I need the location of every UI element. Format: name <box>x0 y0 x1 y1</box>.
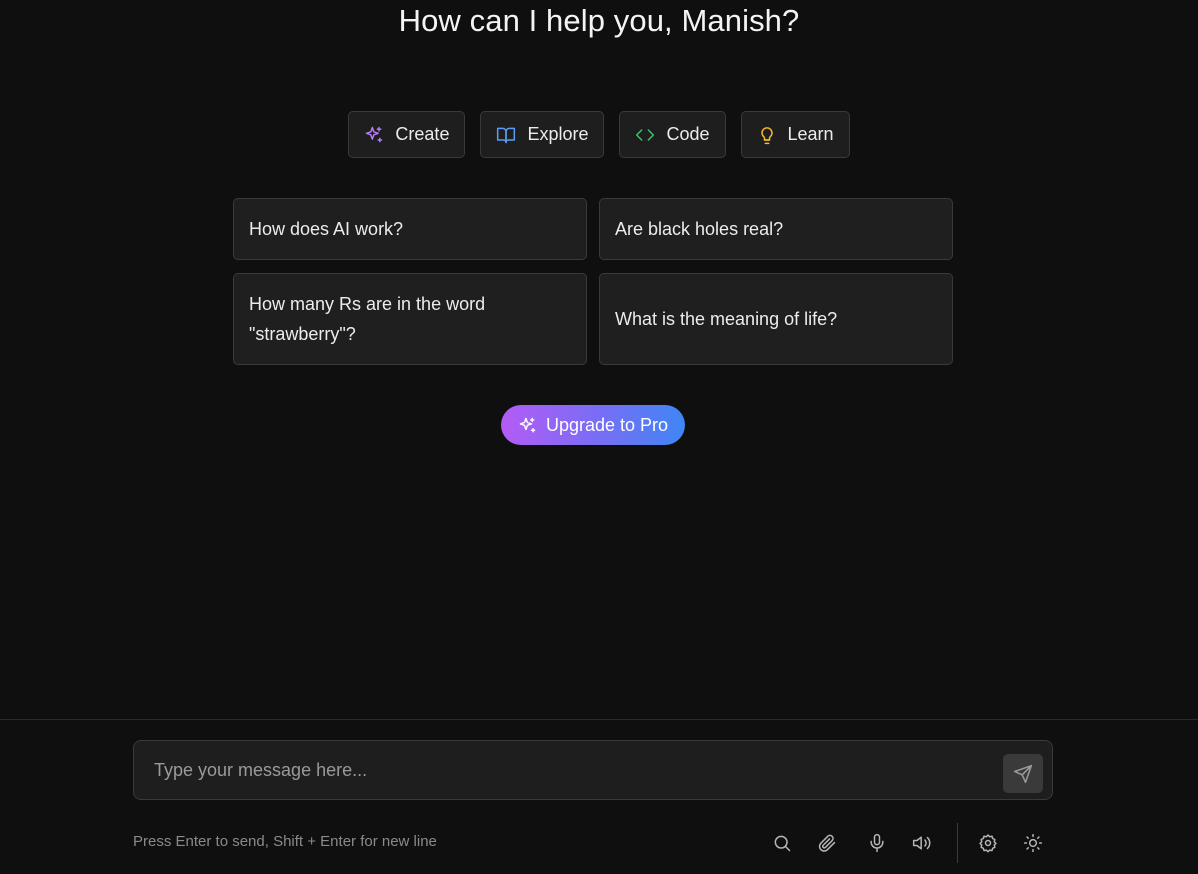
message-composer <box>133 740 1053 800</box>
create-label: Create <box>395 124 450 144</box>
chat-home: How can I help you, Manish? Create Explo… <box>0 0 1198 874</box>
suggested-prompts: How does AI work? Are black holes real? … <box>233 198 953 365</box>
greeting-heading: How can I help you, Manish? <box>398 3 800 38</box>
category-tabs: Create Explore Code Learn <box>0 111 1198 158</box>
search-button[interactable] <box>770 831 794 855</box>
prompt-card[interactable]: What is the meaning of life? <box>599 273 953 365</box>
explore-button[interactable]: Explore <box>480 111 605 158</box>
speaker-button[interactable] <box>910 831 934 855</box>
search-icon <box>772 833 792 853</box>
learn-label: Learn <box>787 124 834 144</box>
prompt-card[interactable]: Are black holes real? <box>599 198 953 260</box>
prompt-card[interactable]: How does AI work? <box>233 198 587 260</box>
lightbulb-icon <box>757 125 777 145</box>
explore-label: Explore <box>527 124 589 144</box>
theme-toggle-button[interactable] <box>1021 831 1045 855</box>
sun-icon <box>1023 833 1043 853</box>
composer-divider <box>0 719 1198 720</box>
sparkles-icon <box>518 416 537 435</box>
settings-button[interactable] <box>976 831 1000 855</box>
create-button[interactable]: Create <box>348 111 466 158</box>
sparkles-icon <box>364 125 384 145</box>
code-icon <box>635 125 655 145</box>
paperclip-icon <box>817 833 837 853</box>
book-open-icon <box>496 125 516 145</box>
microphone-icon <box>867 833 887 853</box>
attach-button[interactable] <box>815 831 839 855</box>
send-button[interactable] <box>1003 754 1043 793</box>
upgrade-label: Upgrade to Pro <box>545 414 669 435</box>
code-label: Code <box>666 124 710 144</box>
message-input[interactable] <box>154 755 994 785</box>
learn-button[interactable]: Learn <box>740 111 850 158</box>
toolbar-separator <box>957 823 958 863</box>
speaker-icon <box>912 833 932 853</box>
send-icon <box>1013 764 1033 784</box>
prompt-card[interactable]: How many Rs are in the word "strawberry"… <box>233 273 587 365</box>
code-button[interactable]: Code <box>619 111 726 158</box>
keyboard-hint: Press Enter to send, Shift + Enter for n… <box>133 833 437 850</box>
voice-input-button[interactable] <box>865 831 889 855</box>
upgrade-to-pro-button[interactable]: Upgrade to Pro <box>501 405 685 445</box>
gear-icon <box>978 833 998 853</box>
